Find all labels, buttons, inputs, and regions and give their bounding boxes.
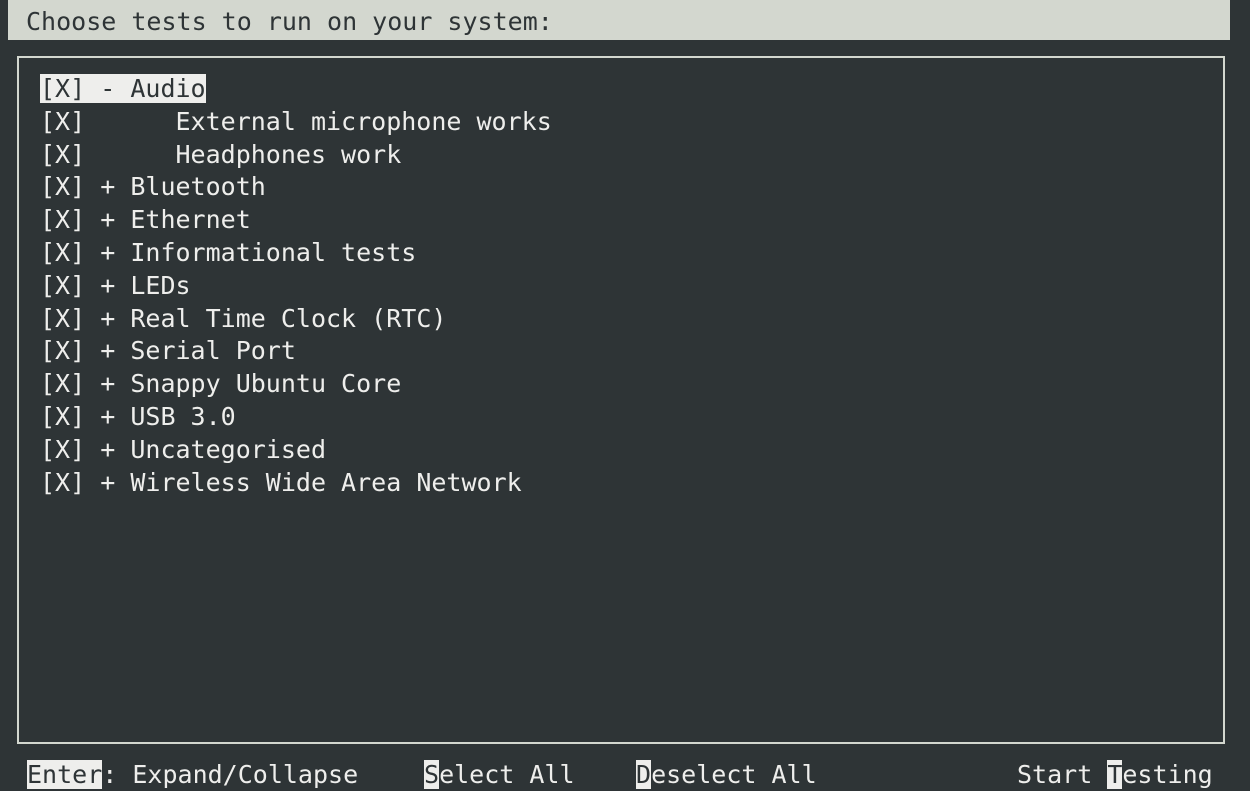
test-checkbox[interactable]: [X] [40, 271, 85, 300]
test-list-item[interactable]: [X] External microphone works [40, 106, 552, 139]
test-checkbox[interactable]: [X] [40, 435, 85, 464]
test-label: External microphone works [175, 106, 552, 136]
test-label: Uncategorised [130, 434, 327, 464]
test-checkbox[interactable]: [X] [40, 468, 85, 497]
test-checkbox[interactable]: [X] [40, 205, 85, 234]
start-testing-label: esting [1122, 760, 1213, 789]
test-row-content: [X] + USB 3.0 [40, 402, 236, 431]
test-label: LEDs [130, 270, 191, 300]
test-list-item[interactable]: [X] + Bluetooth [40, 171, 552, 204]
test-checkbox[interactable]: [X] [40, 336, 85, 365]
expand-toggle[interactable]: + [100, 205, 115, 234]
expand-toggle[interactable]: + [100, 435, 115, 464]
test-list-item[interactable]: [X] + Uncategorised [40, 434, 552, 467]
test-row-content: [X] + LEDs [40, 271, 191, 300]
test-label: Ethernet [130, 205, 251, 235]
test-checkbox[interactable]: [X] [40, 74, 85, 103]
test-checkbox[interactable]: [X] [40, 369, 85, 398]
expand-toggle[interactable]: + [100, 304, 115, 333]
test-checkbox[interactable]: [X] [40, 172, 85, 201]
deselect-all-label: eselect All [651, 760, 817, 789]
expand-toggle[interactable]: + [100, 369, 115, 398]
test-list-item[interactable]: [X] - Audio [40, 73, 552, 106]
test-list-item[interactable]: [X] + Ethernet [40, 204, 552, 237]
test-checkbox[interactable]: [X] [40, 304, 85, 333]
test-list-item[interactable]: [X] + USB 3.0 [40, 401, 552, 434]
key-hint-bar: Enter: Expand/Collapse Select All Desele… [0, 758, 1250, 791]
test-row-content: [X] + Wireless Wide Area Network [40, 468, 522, 497]
test-checkbox[interactable]: [X] [40, 107, 85, 136]
test-label: Wireless Wide Area Network [130, 467, 522, 497]
test-checkbox[interactable]: [X] [40, 140, 85, 169]
test-row-content: [X] Headphones work [40, 140, 401, 169]
expand-toggle[interactable]: + [100, 238, 115, 267]
test-list-item[interactable]: [X] + LEDs [40, 270, 552, 303]
start-testing-button[interactable]: Start Testing [1017, 758, 1213, 791]
test-row-content: [X] + Informational tests [40, 238, 416, 267]
test-row-content: [X] External microphone works [40, 107, 552, 136]
select-all-hotkey: S [424, 760, 440, 789]
test-row-content: [X] + Uncategorised [40, 435, 326, 464]
test-row-content: [X] + Ethernet [40, 205, 251, 234]
test-list-item[interactable]: [X] + Serial Port [40, 335, 552, 368]
test-label: Serial Port [130, 336, 296, 366]
test-row-content: [X] + Serial Port [40, 336, 296, 365]
test-label: Headphones work [175, 139, 402, 169]
test-label: Real Time Clock (RTC) [130, 303, 447, 333]
expand-toggle[interactable]: + [100, 468, 115, 497]
start-testing-hotkey: T [1107, 760, 1123, 789]
select-all-button[interactable]: Select All [424, 758, 575, 791]
select-all-label: elect All [439, 760, 575, 789]
test-label: Audio [130, 74, 206, 103]
test-list-item[interactable]: [X] Headphones work [40, 139, 552, 172]
start-testing-prefix: Start [1017, 760, 1108, 789]
expand-collapse-label: : Expand/Collapse [102, 760, 359, 789]
test-checkbox[interactable]: [X] [40, 402, 85, 431]
expand-toggle[interactable]: + [100, 336, 115, 365]
test-list-item[interactable]: [X] + Snappy Ubuntu Core [40, 368, 552, 401]
expand-collapse-hint[interactable]: Enter: Expand/Collapse [27, 758, 358, 791]
test-checkbox[interactable]: [X] [40, 238, 85, 267]
enter-key: Enter [27, 760, 103, 789]
test-list-item[interactable]: [X] + Real Time Clock (RTC) [40, 303, 552, 336]
test-list: [X] - Audio [X] External microphone works… [40, 73, 552, 499]
terminal-window: Choose tests to run on your system: [X] … [0, 0, 1250, 791]
test-row-content: [X] + Bluetooth [40, 172, 266, 201]
expand-toggle[interactable]: + [100, 172, 115, 201]
test-list-item[interactable]: [X] + Wireless Wide Area Network [40, 467, 552, 500]
test-row-content: [X] - Audio [40, 74, 206, 103]
expand-toggle[interactable]: - [100, 74, 115, 103]
dialog-title: Choose tests to run on your system: [8, 0, 1230, 40]
deselect-all-button[interactable]: Deselect All [636, 758, 817, 791]
test-label: Bluetooth [130, 172, 266, 202]
deselect-all-hotkey: D [636, 760, 652, 789]
expand-toggle[interactable]: + [100, 402, 115, 431]
expand-toggle[interactable]: + [100, 271, 115, 300]
test-row-content: [X] + Snappy Ubuntu Core [40, 369, 401, 398]
test-label: Informational tests [130, 237, 417, 267]
test-list-item[interactable]: [X] + Informational tests [40, 237, 552, 270]
test-label: Snappy Ubuntu Core [130, 369, 402, 399]
test-label: USB 3.0 [130, 401, 236, 431]
test-row-content: [X] + Real Time Clock (RTC) [40, 304, 446, 333]
